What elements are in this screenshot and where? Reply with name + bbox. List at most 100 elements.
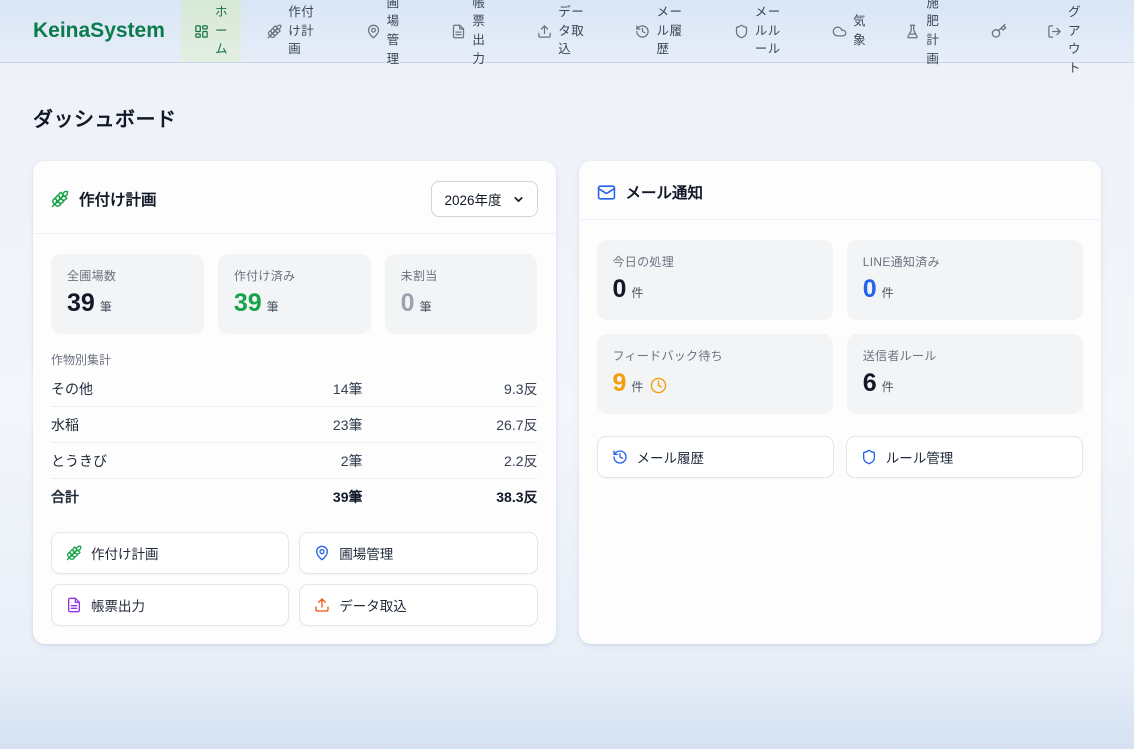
nav-item-password-key[interactable]: [978, 0, 1020, 62]
nav-item-fertilization-plan[interactable]: 施肥計画: [892, 0, 964, 62]
planting-plan-card-body: 全圃場数 39 筆 作付け済み 39 筆 未割当: [33, 234, 556, 644]
stat-label: 作付け済み: [234, 267, 355, 284]
stat-label: 今日の処理: [613, 253, 817, 270]
key-icon: [991, 23, 1007, 39]
field-management-button[interactable]: 圃場管理: [299, 532, 537, 574]
stat-unassigned: 未割当 0 筆: [385, 254, 538, 334]
crop-count: 39筆: [243, 487, 363, 507]
wheat-icon: [267, 24, 282, 39]
stat-value: 6: [863, 370, 877, 398]
data-import-button[interactable]: データ取込: [299, 584, 537, 626]
year-select-value: 2026年度: [444, 189, 501, 209]
shield-icon: [734, 24, 749, 39]
logout-icon: [1047, 24, 1062, 39]
report-output-button[interactable]: 帳票出力: [51, 584, 289, 626]
crop-name: その他: [51, 379, 243, 399]
upload-icon: [314, 597, 330, 613]
crop-area: 9.3反: [363, 379, 538, 399]
table-row: とうきび 2筆 2.2反: [51, 443, 538, 479]
nav-item-logout[interactable]: ログアウト: [1034, 0, 1106, 62]
nav-item-label: データ取込: [558, 3, 596, 59]
nav-item-report-output[interactable]: 帳票出力: [438, 0, 510, 62]
clock-icon: [650, 377, 667, 394]
dashboard-main: ダッシュボード 作付け計画 2026年度 全圃場数: [0, 103, 1134, 644]
stat-value: 0: [613, 276, 627, 304]
mail-notification-card: メール通知 今日の処理 0 件 LINE通知済み 0: [579, 161, 1102, 644]
stat-unit: 筆: [420, 298, 432, 315]
nav-item-mail-history[interactable]: メール履歴: [622, 0, 707, 62]
stat-label: LINE通知済み: [863, 253, 1067, 270]
stat-label: 送信者ルール: [863, 347, 1067, 364]
button-label: データ取込: [339, 595, 407, 615]
stat-label: 未割当: [401, 267, 522, 284]
button-label: 帳票出力: [91, 595, 145, 615]
nav-item-label: 帳票出力: [472, 0, 497, 69]
nav-item-weather[interactable]: 気象: [819, 0, 879, 62]
stat-unit: 件: [631, 284, 643, 301]
main-nav: ホーム 作付け計画 圃場管理 帳票出力 データ取込: [181, 0, 1134, 62]
chevron-down-icon: [512, 193, 525, 206]
stat-value: 39: [234, 290, 262, 318]
rule-management-button[interactable]: ルール管理: [846, 436, 1083, 478]
brand-logo[interactable]: KeinaSystem: [33, 19, 173, 43]
map-pin-icon: [314, 545, 330, 561]
mail-card-actions: メール履歴 ルール管理: [597, 436, 1084, 478]
table-total-row: 合計 39筆 38.3反: [51, 479, 538, 514]
crop-area: 38.3反: [363, 487, 538, 507]
nav-item-label: 圃場管理: [387, 0, 412, 69]
button-label: 作付け計画: [91, 543, 159, 563]
page-title: ダッシュボード: [33, 103, 1101, 132]
mail-card-body: 今日の処理 0 件 LINE通知済み 0 件: [579, 220, 1102, 644]
crop-count: 2筆: [243, 451, 363, 471]
planting-plan-button[interactable]: 作付け計画: [51, 532, 289, 574]
top-navbar: KeinaSystem ホーム 作付け計画 圃場管理 帳票出力: [0, 0, 1134, 63]
mail-icon: [597, 183, 616, 202]
wheat-icon: [51, 190, 69, 208]
stat-value: 0: [863, 276, 877, 304]
map-pin-icon: [366, 24, 381, 39]
cloud-icon: [832, 24, 847, 39]
crop-summary-table: その他 14筆 9.3反 水稲 23筆 26.7反 とうきび 2筆 2.2反: [51, 371, 538, 514]
stat-planted: 作付け済み 39 筆: [218, 254, 371, 334]
nav-item-mail-rules[interactable]: メールルール: [721, 0, 806, 62]
nav-item-label: ホーム: [215, 3, 228, 59]
crop-summary-caption: 作物別集計: [51, 351, 538, 368]
stat-value: 39: [67, 290, 95, 318]
button-label: ルール管理: [886, 447, 954, 467]
crop-count: 23筆: [243, 415, 363, 435]
stat-unit: 件: [631, 378, 643, 395]
planting-plan-card-title: 作付け計画: [79, 188, 421, 210]
nav-item-home[interactable]: ホーム: [181, 0, 241, 62]
nav-item-label: 作付け計画: [288, 3, 326, 59]
year-select[interactable]: 2026年度: [431, 181, 537, 217]
stat-sender-rules: 送信者ルール 6 件: [847, 334, 1083, 414]
button-label: メール履歴: [637, 447, 705, 467]
crop-area: 26.7反: [363, 415, 538, 435]
mail-card-title: メール通知: [626, 181, 1084, 203]
file-text-icon: [66, 597, 82, 613]
planting-plan-card-header: 作付け計画 2026年度: [33, 161, 556, 234]
table-row: 水稲 23筆 26.7反: [51, 407, 538, 443]
stat-feedback-waiting: フィードバック待ち 9 件: [597, 334, 833, 414]
stat-total-fields: 全圃場数 39 筆: [51, 254, 204, 334]
nav-item-label: メールルール: [755, 3, 793, 59]
stat-unit: 件: [882, 284, 894, 301]
upload-icon: [537, 24, 552, 39]
nav-item-planting-plan[interactable]: 作付け計画: [254, 0, 339, 62]
stat-label: 全圃場数: [67, 267, 188, 284]
nav-item-field-management[interactable]: 圃場管理: [353, 0, 425, 62]
stat-unit: 件: [882, 378, 894, 395]
dashboard-icon: [194, 24, 209, 39]
stat-today-processed: 今日の処理 0 件: [597, 240, 833, 320]
flask-icon: [905, 24, 920, 39]
wheat-icon: [66, 545, 82, 561]
nav-item-data-import[interactable]: データ取込: [524, 0, 609, 62]
shield-icon: [861, 449, 877, 465]
table-row: その他 14筆 9.3反: [51, 371, 538, 407]
stat-value: 0: [401, 290, 415, 318]
nav-item-label: 施肥計画: [926, 0, 951, 69]
stat-unit: 筆: [267, 298, 279, 315]
nav-item-label: ログアウト: [1068, 0, 1093, 78]
nav-item-label: メール履歴: [656, 3, 694, 59]
mail-history-button[interactable]: メール履歴: [597, 436, 834, 478]
